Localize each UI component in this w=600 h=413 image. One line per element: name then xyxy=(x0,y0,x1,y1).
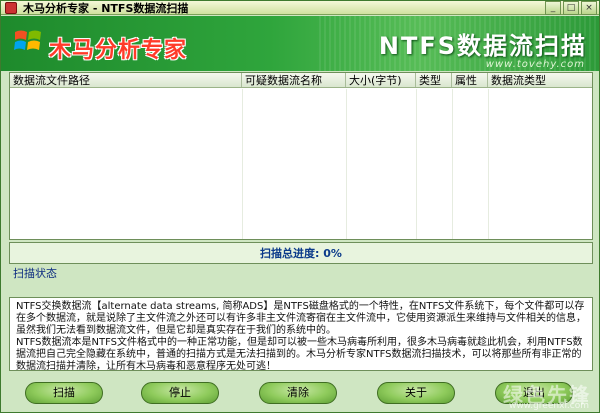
watermark-url: www.greenxf.com xyxy=(508,401,589,411)
column-divider xyxy=(452,89,453,239)
close-button[interactable]: × xyxy=(581,1,597,15)
window-controls: _ □ × xyxy=(545,1,597,15)
title-bar[interactable]: 木马分析专家 - NTFS数据流扫描 _ □ × xyxy=(1,1,599,15)
column-header-attributes[interactable]: 属性 xyxy=(452,73,488,87)
column-divider xyxy=(416,89,417,239)
column-header-path[interactable]: 数据流文件路径 xyxy=(10,73,242,87)
scan-button[interactable]: 扫描 xyxy=(25,382,103,404)
description-box: NTFS交换数据流【alternate data streams, 简称ADS】… xyxy=(9,297,593,371)
about-button[interactable]: 关于 xyxy=(377,382,455,404)
minimize-button[interactable]: _ xyxy=(545,1,561,15)
results-table[interactable]: 数据流文件路径 可疑数据流名称 大小(字节) 类型 属性 数据流类型 xyxy=(9,72,593,240)
description-paragraph: NTFS数据流本是NTFS文件格式中的一种正常功能，但是却可以被一些木马病毒所利… xyxy=(16,337,583,371)
table-header: 数据流文件路径 可疑数据流名称 大小(字节) 类型 属性 数据流类型 xyxy=(10,73,592,88)
maximize-button[interactable]: □ xyxy=(563,1,579,15)
column-header-stream-name[interactable]: 可疑数据流名称 xyxy=(242,73,346,87)
description-paragraph: NTFS交换数据流【alternate data streams, 简称ADS】… xyxy=(16,301,586,336)
windows-flag-icon xyxy=(14,30,41,50)
scan-progress-bar: 扫描总进度: 0% xyxy=(9,242,593,264)
window-title: 木马分析专家 - NTFS数据流扫描 xyxy=(23,1,189,15)
clear-button[interactable]: 清除 xyxy=(259,382,337,404)
stop-button[interactable]: 停止 xyxy=(141,382,219,404)
header-banner: 木马分析专家 NTFS数据流扫描 www.tovehy.com xyxy=(1,16,599,71)
logo-text: 木马分析专家 xyxy=(49,37,188,63)
table-body[interactable] xyxy=(10,89,592,239)
column-divider xyxy=(346,89,347,239)
status-text xyxy=(9,280,593,293)
column-header-type[interactable]: 类型 xyxy=(416,73,452,87)
column-header-stream-type[interactable]: 数据流类型 xyxy=(488,73,592,87)
app-icon xyxy=(5,1,17,14)
progress-label: 扫描总进度: 0% xyxy=(260,247,342,260)
banner-url: www.tovehy.com xyxy=(485,59,585,70)
status-label: 扫描状态 xyxy=(13,267,57,280)
banner-title: NTFS数据流扫描 xyxy=(378,32,587,60)
main-window: 木马分析专家 - NTFS数据流扫描 _ □ × 木马分析专家 NTFS数据流扫… xyxy=(0,0,600,413)
column-divider xyxy=(488,89,489,239)
column-header-size[interactable]: 大小(字节) xyxy=(346,73,416,87)
column-divider xyxy=(242,89,243,239)
